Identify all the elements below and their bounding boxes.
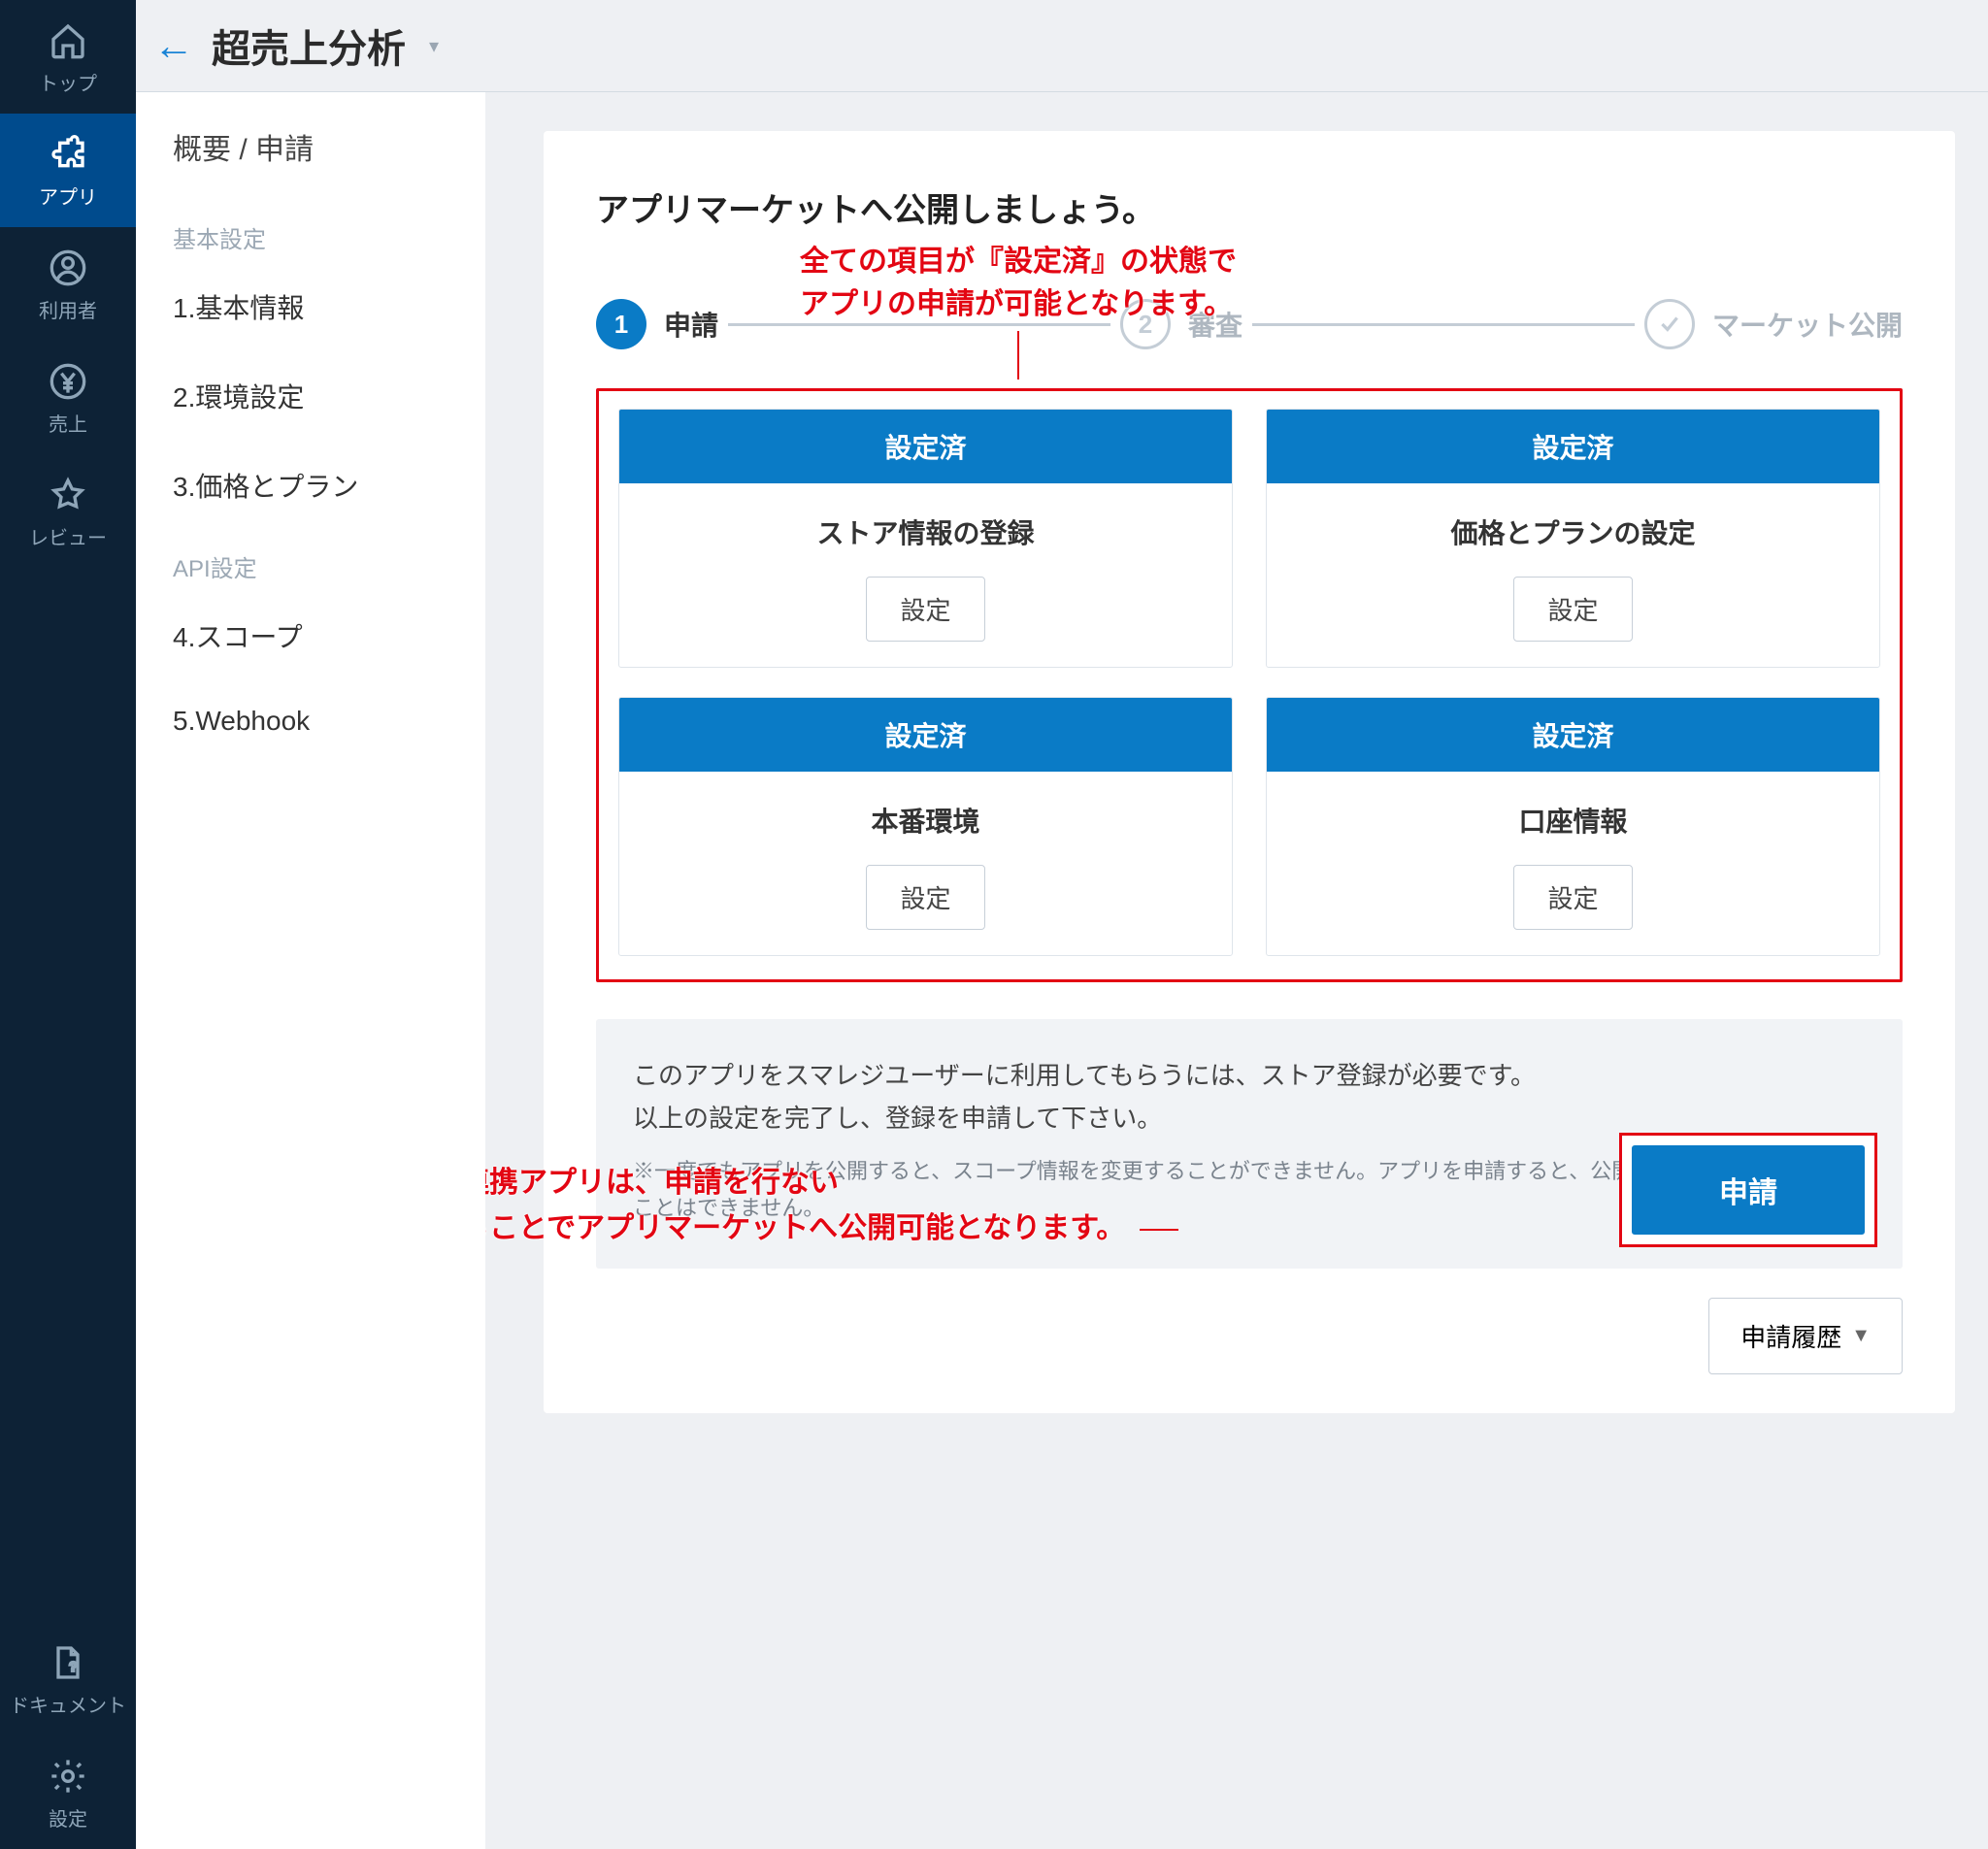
callout-arrow-line-icon xyxy=(1140,1229,1178,1231)
document-icon: ? xyxy=(49,1643,87,1682)
puzzle-icon xyxy=(49,135,87,174)
step-3-label: マーケット公開 xyxy=(1712,305,1903,344)
panel-title: アプリマーケットへ公開しましょう。 xyxy=(596,183,1903,231)
topbar: ← 超売上分析 ▾ xyxy=(136,0,1988,92)
callout-pointer-line-icon xyxy=(1017,331,1019,380)
publish-panel: アプリマーケットへ公開しましょう。 全ての項目が『設定済』の状態で アプリの申請… xyxy=(544,131,1955,1413)
card-status-badge: 設定済 xyxy=(619,410,1232,483)
check-icon xyxy=(1657,312,1682,337)
annotation-callout-top: 全ての項目が『設定済』の状態で アプリの申請が可能となります。 xyxy=(800,241,1237,380)
step-1: 1 申請 xyxy=(596,299,718,349)
card-title: 口座情報 xyxy=(1286,801,1860,840)
title-dropdown-caret-icon[interactable]: ▾ xyxy=(429,34,439,58)
history-button-label: 申請履歴 xyxy=(1740,1318,1841,1354)
step-3-circle xyxy=(1644,299,1695,349)
card-status-badge: 設定済 xyxy=(1267,410,1879,483)
side-link-price-plan[interactable]: 3.価格とプラン xyxy=(136,441,485,530)
rail-item-document[interactable]: ? ドキュメント xyxy=(0,1622,136,1735)
callout-bottom-line1: 開発した連携アプリは、申請を行ない xyxy=(485,1161,1178,1206)
rail-item-app[interactable]: アプリ xyxy=(0,114,136,227)
rail-item-user[interactable]: 利用者 xyxy=(0,227,136,341)
side-link-env-settings[interactable]: 2.環境設定 xyxy=(136,351,485,441)
submission-note-box: このアプリをスマレジユーザーに利用してもらうには、ストア登録が必要です。 以上の… xyxy=(596,1019,1903,1269)
rail-label: トップ xyxy=(39,68,97,96)
settings-cards-highlight-frame: 設定済 ストア情報の登録 設定 設定済 価格とプランの設定 設定 xyxy=(596,388,1903,982)
app-title: 超売上分析 xyxy=(212,17,406,74)
gear-icon xyxy=(49,1757,87,1796)
side-link-webhook[interactable]: 5.Webhook xyxy=(136,680,485,762)
card-store-info: 設定済 ストア情報の登録 設定 xyxy=(618,409,1233,668)
card-title: 本番環境 xyxy=(639,801,1212,840)
card-status-badge: 設定済 xyxy=(1267,698,1879,772)
card-price-plan-settings-button[interactable]: 設定 xyxy=(1513,577,1632,642)
callout-top-line2: アプリの申請が可能となります。 xyxy=(800,283,1237,326)
rail-label: ドキュメント xyxy=(10,1690,126,1718)
application-history-button[interactable]: 申請履歴 ▼ xyxy=(1708,1298,1903,1374)
card-account-info: 設定済 口座情報 設定 xyxy=(1266,697,1880,956)
side-group-api-label: API設定 xyxy=(136,530,485,591)
callout-bottom-line2: 承認されることでアプリマーケットへ公開可能となります。 xyxy=(485,1212,1125,1244)
side-overview-link[interactable]: 概要 / 申請 xyxy=(136,92,485,201)
card-status-badge: 設定済 xyxy=(619,698,1232,772)
card-title: 価格とプランの設定 xyxy=(1286,512,1860,551)
primary-nav-rail: トップ アプリ 利用者 売上 レビュー ? ドキュメント 設定 xyxy=(0,0,136,1849)
svg-text:?: ? xyxy=(70,1659,77,1673)
card-production-env-settings-button[interactable]: 設定 xyxy=(866,865,984,930)
card-account-info-settings-button[interactable]: 設定 xyxy=(1513,865,1632,930)
main-content: アプリマーケットへ公開しましょう。 全ての項目が『設定済』の状態で アプリの申請… xyxy=(485,92,1988,1849)
rail-item-top[interactable]: トップ xyxy=(0,0,136,114)
side-link-basic-info[interactable]: 1.基本情報 xyxy=(136,262,485,351)
rail-item-sales[interactable]: 売上 xyxy=(0,341,136,454)
step-connector xyxy=(1252,323,1635,326)
rail-label: レビュー xyxy=(29,522,107,550)
secondary-nav: 概要 / 申請 基本設定 1.基本情報 2.環境設定 3.価格とプラン API設… xyxy=(136,92,485,1849)
side-group-basic-label: 基本設定 xyxy=(136,201,485,262)
card-price-plan: 設定済 価格とプランの設定 設定 xyxy=(1266,409,1880,668)
rail-label: アプリ xyxy=(39,182,97,210)
step-1-label: 申請 xyxy=(664,305,718,344)
callout-bottom-heading: 【申請】 xyxy=(485,1116,1178,1162)
yen-icon xyxy=(49,362,87,401)
rail-label: 利用者 xyxy=(39,295,97,323)
rail-item-review[interactable]: レビュー xyxy=(0,454,136,568)
submit-application-button[interactable]: 申請 xyxy=(1632,1145,1865,1235)
card-store-info-settings-button[interactable]: 設定 xyxy=(866,577,984,642)
submit-button-highlight-frame: 申請 xyxy=(1619,1133,1877,1247)
card-production-env: 設定済 本番環境 設定 xyxy=(618,697,1233,956)
star-icon xyxy=(49,476,87,514)
rail-label: 設定 xyxy=(49,1803,87,1832)
side-link-scope[interactable]: 4.スコープ xyxy=(136,591,485,680)
note-line1: このアプリをスマレジユーザーに利用してもらうには、ストア登録が必要です。 xyxy=(633,1054,1866,1097)
chevron-down-icon: ▼ xyxy=(1851,1325,1871,1347)
callout-top-line1: 全ての項目が『設定済』の状態で xyxy=(800,241,1237,283)
user-icon xyxy=(49,248,87,287)
home-icon xyxy=(49,21,87,60)
annotation-callout-bottom: 【申請】 開発した連携アプリは、申請を行ない 承認されることでアプリマーケットへ… xyxy=(485,1116,1178,1252)
workspace: ← 超売上分析 ▾ 概要 / 申請 基本設定 1.基本情報 2.環境設定 3.価… xyxy=(136,0,1988,1849)
progress-stepper: 1 申請 2 審査 マーケット公開 xyxy=(596,299,1903,349)
step-1-circle: 1 xyxy=(596,299,646,349)
rail-item-settings[interactable]: 設定 xyxy=(0,1735,136,1849)
back-arrow-icon[interactable]: ← xyxy=(153,25,194,66)
rail-label: 売上 xyxy=(49,409,87,437)
step-3: マーケット公開 xyxy=(1644,299,1903,349)
card-title: ストア情報の登録 xyxy=(639,512,1212,551)
